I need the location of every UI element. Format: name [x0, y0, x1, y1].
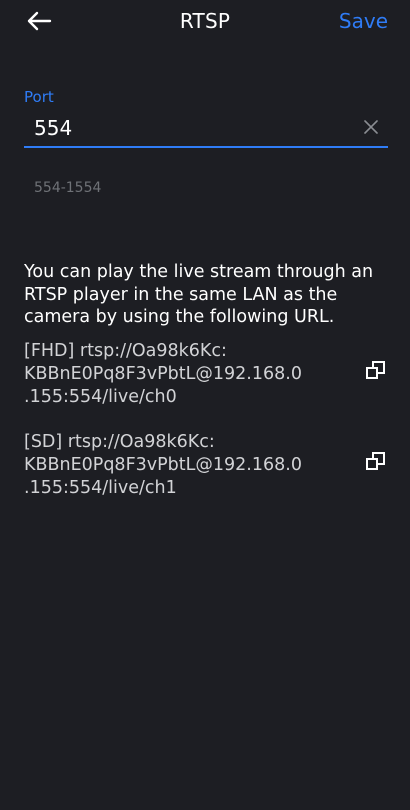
url-line: KBBnE0Pq8F3vPbtL@192.168.0 — [24, 455, 302, 475]
url-line: .155:554/live/ch0 — [24, 387, 177, 407]
port-field-group: Port 554 — [24, 88, 388, 148]
copy-icon — [366, 361, 385, 379]
url-row-sd: [SD] rtsp://Oa98k6Kc: KBBnE0Pq8F3vPbtL@1… — [24, 431, 388, 500]
close-icon — [364, 120, 378, 134]
url-row-fhd: [FHD] rtsp://Oa98k6Kc: KBBnE0Pq8F3vPbtL@… — [24, 340, 388, 409]
top-bar: RTSP Save — [0, 0, 410, 44]
url-line: .155:554/live/ch1 — [24, 478, 177, 498]
url-text-fhd: [FHD] rtsp://Oa98k6Kc: KBBnE0Pq8F3vPbtL@… — [24, 340, 314, 409]
rtsp-settings-screen: RTSP Save Port 554 554-1554 You can play… — [0, 0, 410, 810]
url-line: KBBnE0Pq8F3vPbtL@192.168.0 — [24, 364, 302, 384]
url-line: [FHD] rtsp://Oa98k6Kc: — [24, 341, 227, 361]
copy-icon — [366, 452, 385, 470]
port-value: 554 — [34, 116, 73, 140]
clear-button[interactable] — [362, 118, 380, 136]
rtsp-description: You can play the live stream through an … — [24, 262, 374, 327]
port-label: Port — [24, 88, 54, 106]
save-button[interactable]: Save — [339, 9, 388, 33]
port-range-hint: 554-1554 — [34, 180, 102, 196]
copy-fhd-url-button[interactable] — [364, 358, 388, 382]
port-input[interactable]: 554 — [24, 112, 388, 148]
copy-sd-url-button[interactable] — [364, 449, 388, 473]
url-text-sd: [SD] rtsp://Oa98k6Kc: KBBnE0Pq8F3vPbtL@1… — [24, 431, 314, 500]
url-line: [SD] rtsp://Oa98k6Kc: — [24, 432, 215, 452]
